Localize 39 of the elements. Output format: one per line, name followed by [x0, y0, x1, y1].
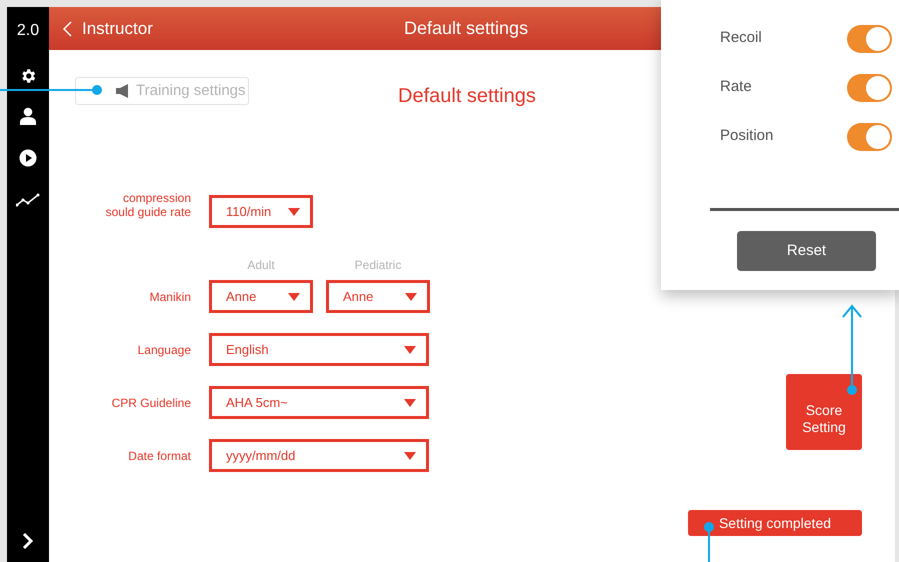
play-icon[interactable]	[19, 149, 37, 167]
column-caption: Adult	[247, 257, 275, 274]
chevron-right-icon[interactable]	[22, 532, 34, 550]
page-heading: Default settings	[398, 84, 536, 109]
caret-icon	[404, 452, 416, 460]
field-label: CPR Guideline	[110, 396, 191, 410]
dropdown[interactable]: English	[209, 333, 429, 366]
toggle-switch[interactable]	[847, 122, 892, 150]
caret-icon	[288, 208, 300, 216]
person-icon[interactable]	[20, 107, 36, 125]
toggle-label: Position	[720, 126, 774, 146]
speaker-icon	[116, 84, 128, 98]
score-setting-button[interactable]: Score Setting	[786, 374, 862, 450]
back-icon	[63, 20, 72, 36]
caret-icon	[404, 346, 416, 354]
field-label: Manikin	[148, 290, 191, 304]
dropdown[interactable]: yyyy/mm/dd	[209, 439, 429, 472]
toggle-switch[interactable]	[847, 24, 892, 52]
toggle-label: Rate	[720, 77, 752, 98]
dropdown[interactable]: AHA 5cm~	[209, 386, 429, 419]
dropdown[interactable]: Anne	[209, 280, 313, 313]
setting-completed-button[interactable]: Setting completed	[688, 510, 862, 536]
reset-button[interactable]: Reset	[737, 231, 876, 271]
chart-line-icon[interactable]	[16, 193, 40, 207]
back-button[interactable]: Instructor	[63, 16, 153, 42]
caret-icon	[405, 292, 417, 300]
leader-line	[704, 522, 714, 562]
version-label: 2.0	[16, 21, 40, 41]
field-label: Date format	[127, 449, 191, 463]
field-label: compression sould guide rate	[104, 191, 191, 219]
dropdown[interactable]: 110/min	[209, 195, 313, 228]
dropdown[interactable]: Anne	[326, 280, 430, 313]
caret-icon	[288, 292, 300, 300]
field-label: Language	[136, 343, 191, 357]
toggle-switch[interactable]	[847, 74, 892, 102]
toggle-label: Recoil	[720, 28, 762, 48]
column-caption: Pediatric	[354, 257, 402, 274]
header-title: Default settings	[404, 17, 528, 40]
caret-icon	[404, 398, 416, 406]
